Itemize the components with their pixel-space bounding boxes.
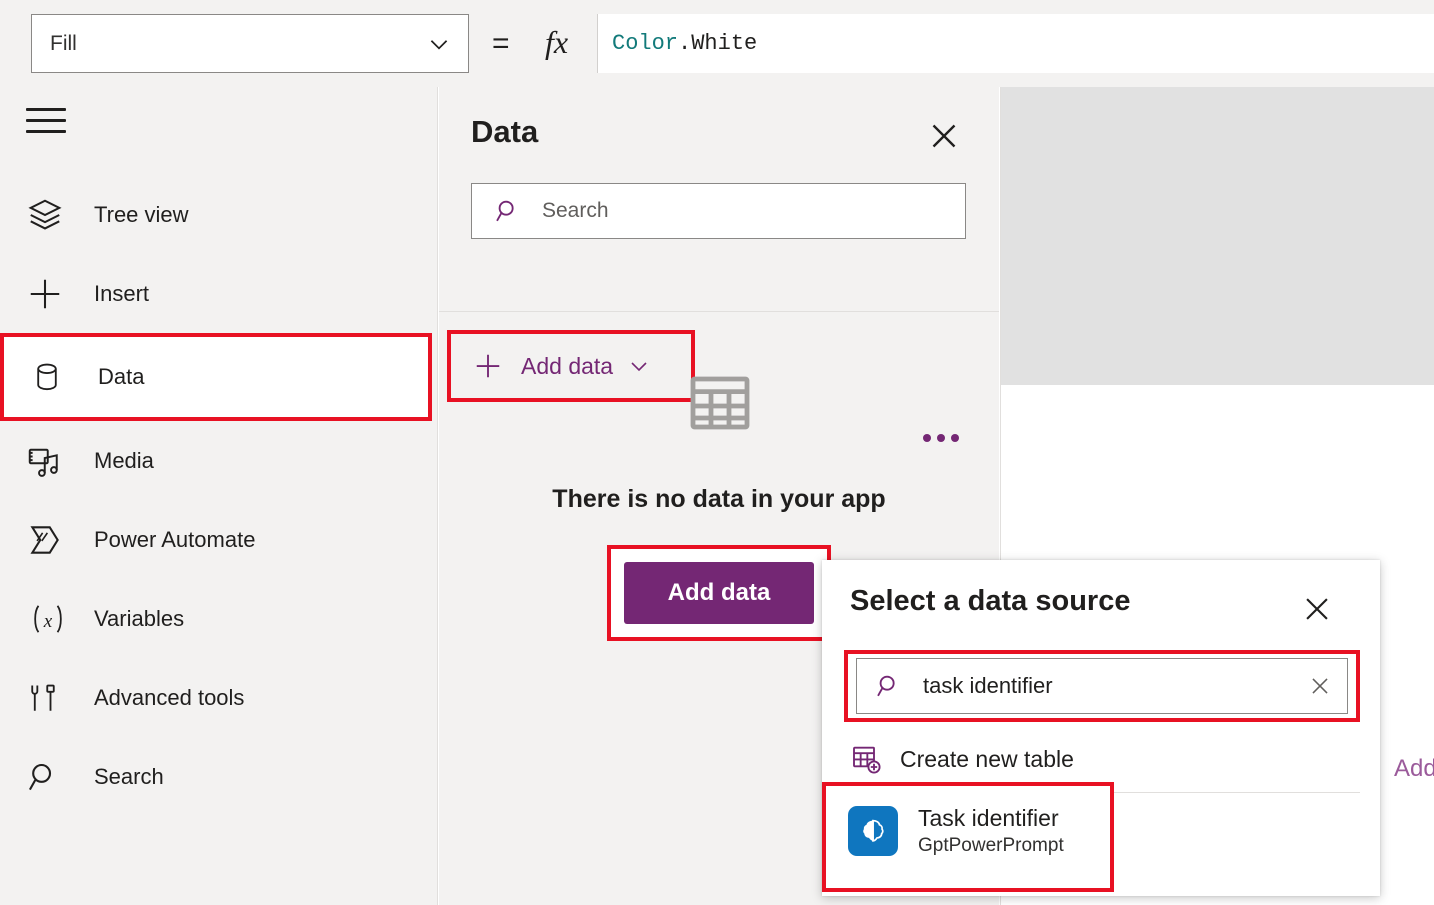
canvas-partial-add-label: Add [1394, 755, 1434, 783]
data-source-result-subtitle: GptPowerPrompt [918, 833, 1064, 858]
formula-token-identifier: Color [612, 31, 678, 56]
sidebar-item-label: Tree view [94, 202, 189, 228]
formula-token-rest: .White [678, 31, 757, 56]
search-icon [494, 197, 522, 225]
sidebar-item-variables[interactable]: x Variables [0, 579, 438, 658]
plus-icon [473, 351, 503, 381]
tools-icon [26, 678, 70, 718]
create-new-table-label: Create new table [900, 746, 1074, 773]
variable-x-icon: x [26, 599, 70, 639]
clear-x-icon[interactable] [1307, 673, 1333, 699]
data-source-result-name: Task identifier [918, 804, 1064, 833]
sidebar-item-advanced-tools[interactable]: Advanced tools [0, 658, 438, 737]
chevron-down-icon [627, 354, 651, 378]
sidebar-item-list: Tree view Insert Data [0, 175, 438, 816]
ai-brain-icon [848, 806, 898, 856]
sidebar-item-label: Media [94, 448, 154, 474]
left-sidebar: Tree view Insert Data [0, 87, 438, 905]
fx-icon: fx [545, 20, 568, 64]
sidebar-item-label: Insert [94, 281, 149, 307]
canvas-header-band [1001, 87, 1434, 385]
create-new-table-item[interactable]: Create new table [850, 732, 1350, 786]
data-panel-title: Data [471, 114, 538, 150]
sidebar-item-label: Power Automate [94, 527, 255, 553]
property-select-label: Fill [50, 32, 77, 56]
data-search-input[interactable]: Search [471, 183, 966, 239]
data-source-result-text: Task identifier GptPowerPrompt [918, 804, 1064, 858]
chevron-down-icon [426, 31, 452, 57]
data-search-placeholder: Search [542, 199, 609, 223]
sidebar-item-media[interactable]: Media [0, 421, 438, 500]
formula-input[interactable]: Color.White [597, 14, 1434, 73]
power-automate-icon [26, 520, 70, 560]
close-icon[interactable] [1300, 592, 1334, 626]
add-data-toolbar: Add data [439, 242, 999, 320]
empty-state-message: There is no data in your app [439, 485, 999, 514]
database-icon [30, 357, 74, 397]
add-data-dropdown-button[interactable]: Add data [447, 330, 695, 402]
sidebar-item-label: Advanced tools [94, 685, 244, 711]
dialog-search-input[interactable]: task identifier [856, 658, 1348, 714]
sidebar-item-label: Variables [94, 606, 184, 632]
sidebar-item-label: Data [98, 364, 144, 390]
data-source-result-highlight: Task identifier GptPowerPrompt [822, 782, 1114, 892]
dialog-search-value: task identifier [923, 673, 1307, 699]
dialog-search-highlight: task identifier [844, 650, 1360, 722]
sidebar-item-power-automate[interactable]: Power Automate [0, 500, 438, 579]
table-grid-icon [684, 367, 756, 439]
app-root: Fill = fx Color.White [0, 0, 1434, 905]
layers-icon [26, 195, 70, 235]
property-select[interactable]: Fill [31, 14, 469, 73]
panel-divider [439, 311, 999, 312]
add-data-cta-button[interactable]: Add data [624, 562, 814, 624]
close-icon[interactable] [926, 118, 962, 154]
sidebar-item-tree-view[interactable]: Tree view [0, 175, 438, 254]
hamburger-menu-icon[interactable] [26, 108, 66, 138]
dialog-title: Select a data source [850, 585, 1130, 618]
data-source-result-item[interactable]: Task identifier GptPowerPrompt [848, 804, 1064, 858]
ellipsis-icon[interactable] [917, 420, 965, 456]
search-icon [875, 672, 903, 700]
formula-bar: Fill = fx Color.White [0, 0, 1434, 87]
add-data-label: Add data [521, 353, 613, 380]
add-data-cta-highlight: Add data [607, 545, 831, 641]
table-add-icon [850, 743, 882, 775]
sidebar-item-insert[interactable]: Insert [0, 254, 438, 333]
media-film-note-icon [26, 441, 70, 481]
plus-icon [26, 274, 70, 314]
select-data-source-dialog: Select a data source task identifier [822, 560, 1380, 896]
search-icon [26, 757, 70, 797]
sidebar-item-data[interactable]: Data [0, 333, 432, 421]
sidebar-item-label: Search [94, 764, 164, 790]
sidebar-item-search[interactable]: Search [0, 737, 438, 816]
svg-text:x: x [43, 611, 53, 632]
equals-sign: = [492, 24, 510, 64]
